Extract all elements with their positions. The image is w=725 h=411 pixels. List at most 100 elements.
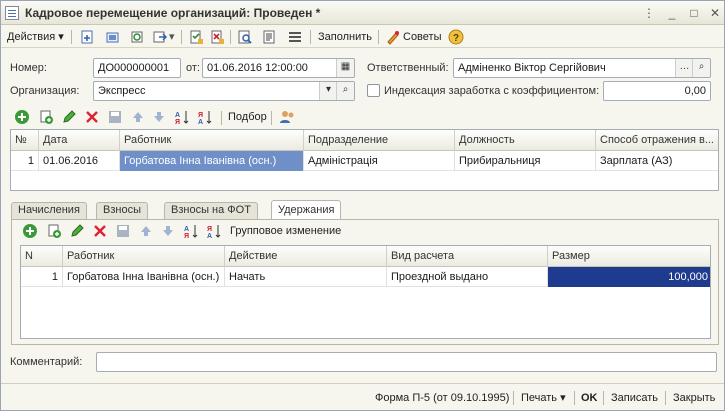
delete-row-icon[interactable] [92,223,108,239]
maximize-icon[interactable]: □ [686,5,702,21]
responsible-value: Адміненко Віктор Сергійович [458,62,606,74]
print-menu-button[interactable]: Печать ▾ [521,389,566,407]
window-menu-icon[interactable]: ⋮ [641,5,657,21]
selection-button[interactable]: Подбор [228,111,267,123]
copy-doc-icon[interactable] [105,29,121,45]
post-doc-icon[interactable] [188,29,204,45]
tips-button[interactable]: Советы [403,28,441,46]
preview-icon[interactable] [237,29,253,45]
structure-icon[interactable] [287,29,303,45]
copy-row-icon[interactable] [38,109,54,125]
col-amount[interactable]: Размер [548,246,710,267]
document-icon [5,6,19,20]
window-title: Кадровое перемещение организаций: Провед… [25,6,321,20]
tab-accruals[interactable]: Начисления [11,202,87,219]
date-field[interactable]: 01.06.2016 12:00:00 ▦ [202,58,355,78]
move-down-icon[interactable] [160,223,176,239]
row-action[interactable]: Начать [225,267,387,287]
copy-row-icon[interactable] [46,223,62,239]
tips-icon[interactable] [385,29,401,45]
form-link[interactable]: Форма П-5 (от 09.10.1995) [375,389,509,407]
col-department[interactable]: Подразделение [304,130,455,151]
move-up-icon[interactable] [138,223,154,239]
save-row-icon[interactable] [107,109,123,125]
col-employee[interactable]: Работник [63,246,225,267]
calendar-icon[interactable]: ▦ [336,59,354,77]
new-doc-icon[interactable] [79,29,95,45]
move-up-icon[interactable] [130,109,146,125]
coefficient-field[interactable]: 0,00 [603,81,711,101]
open-search-icon[interactable]: ⌕ [336,82,354,100]
save-row-icon[interactable] [115,223,131,239]
actions-menu-label: Действия [7,31,56,43]
row-employee[interactable]: Горбатова Інна Іванівна (осн.) [63,267,225,287]
select-ellipsis-icon[interactable]: … [675,59,693,77]
svg-text:A: A [175,112,180,119]
indexation-checkbox[interactable] [367,84,380,97]
row-number: 1 [11,151,39,171]
tab-deductions[interactable]: Удержания [271,200,342,220]
row-date[interactable]: 01.06.2016 [39,151,120,171]
row-amount[interactable]: 100,000 [548,267,710,287]
move-down-icon[interactable] [151,109,167,125]
main-toolbar: Действия ▾ ▾ Заполнить Советы ? [1,26,724,48]
tab-contributions[interactable]: Взносы [96,202,148,219]
svg-text:A: A [198,119,203,125]
col-position[interactable]: Должность [455,130,596,151]
comment-label: Комментарий: [10,356,83,368]
deductions-table: N Работник Действие Вид расчета Размер 1… [20,245,711,339]
document-window: Кадровое перемещение организаций: Провед… [0,0,725,411]
table-row[interactable]: 1 Горбатова Інна Іванівна (осн.) Начать … [21,267,710,287]
employee-pick-icon[interactable] [279,109,295,125]
sort-desc-icon[interactable]: ЯA [197,109,213,125]
go-to-icon[interactable] [152,29,168,45]
col-n[interactable]: N [21,246,63,267]
organization-value: Экспресс [98,85,146,97]
responsible-label: Ответственный: [367,62,449,74]
responsible-field[interactable]: Адміненко Віктор Сергійович … ⌕ [453,58,711,78]
col-number[interactable]: № [11,130,39,151]
actions-menu-button[interactable]: Действия ▾ [7,28,64,46]
title-bar: Кадровое перемещение организаций: Провед… [1,1,724,25]
close-button[interactable]: Закрыть [673,389,715,407]
table-row[interactable]: 1 01.06.2016 Горбатова Інна Іванівна (ос… [11,151,718,171]
open-search-icon[interactable]: ⌕ [692,59,710,77]
number-field[interactable]: ДО000000001 [93,58,181,78]
sort-asc-icon[interactable]: AЯ [183,223,199,239]
go-to-dropdown-icon[interactable]: ▾ [169,28,175,46]
refresh-doc-icon[interactable] [129,29,145,45]
chevron-down-icon[interactable]: ▾ [319,82,337,100]
row-reflection[interactable]: Зарплата (АЗ) [596,151,718,171]
sort-desc-icon[interactable]: ЯA [206,223,222,239]
group-change-button[interactable]: Групповое изменение [230,225,341,237]
report-icon[interactable] [261,29,277,45]
row-position[interactable]: Прибиральниця [455,151,596,171]
col-date[interactable]: Дата [39,130,120,151]
tab-payroll-contributions[interactable]: Взносы на ФОТ [164,202,258,219]
print-label: Печать [521,392,558,404]
col-employee[interactable]: Работник [120,130,304,151]
ok-button[interactable]: OK [581,389,598,407]
minimize-icon[interactable]: _ [664,5,680,21]
col-reflection[interactable]: Способ отражения в... [596,130,718,151]
save-button[interactable]: Записать [611,389,658,407]
add-row-icon[interactable] [22,223,38,239]
row-calc-type[interactable]: Проездной выдано [387,267,548,287]
sort-asc-icon[interactable]: AЯ [174,109,190,125]
unpost-doc-icon[interactable] [209,29,225,45]
organization-field[interactable]: Экспресс ▾ ⌕ [93,81,355,101]
employees-table-header: № Дата Работник Подразделение Должность … [11,130,718,151]
close-icon[interactable]: ✕ [707,5,723,21]
delete-row-icon[interactable] [84,109,100,125]
edit-row-icon[interactable] [69,223,85,239]
col-action[interactable]: Действие [225,246,387,267]
add-row-icon[interactable] [14,109,30,125]
row-department[interactable]: Адміністрація [304,151,455,171]
fill-button[interactable]: Заполнить [318,28,372,46]
help-icon[interactable]: ? [448,29,464,45]
svg-text:A: A [207,233,212,239]
col-calc-type[interactable]: Вид расчета [387,246,548,267]
row-employee[interactable]: Горбатова Інна Іванівна (осн.) [120,151,304,171]
edit-row-icon[interactable] [61,109,77,125]
comment-field[interactable] [96,352,717,372]
